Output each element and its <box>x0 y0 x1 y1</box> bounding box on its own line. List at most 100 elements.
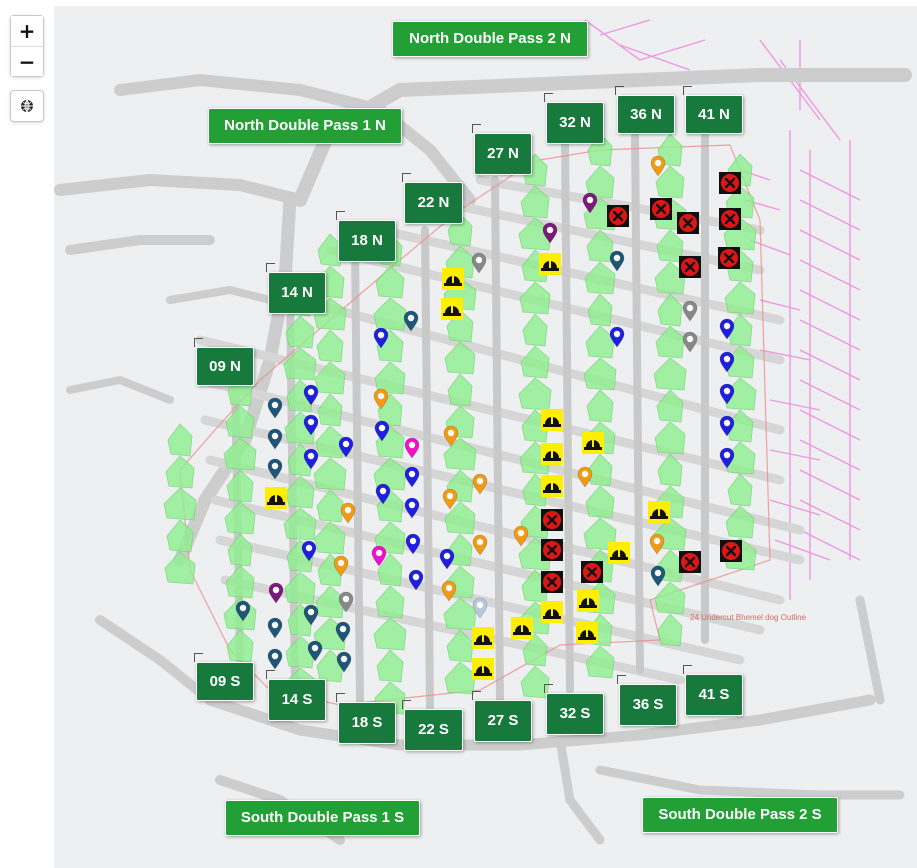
location-pin-icon[interactable] <box>719 415 735 442</box>
closed-x-icon[interactable] <box>541 539 563 566</box>
hard-hat-icon[interactable] <box>541 475 563 502</box>
closed-x-icon[interactable] <box>541 509 563 536</box>
drift-label-36s[interactable]: 36 S <box>617 675 677 726</box>
closed-x-icon[interactable] <box>719 208 741 235</box>
closed-x-icon[interactable] <box>679 256 701 283</box>
location-pin-icon[interactable] <box>338 591 354 618</box>
drift-label-22s[interactable]: 22 S <box>402 700 463 751</box>
closed-x-icon[interactable] <box>677 212 699 239</box>
hard-hat-icon[interactable] <box>541 601 563 628</box>
closed-x-icon[interactable] <box>607 205 629 232</box>
location-pin-icon[interactable] <box>439 548 455 575</box>
hard-hat-icon[interactable] <box>608 542 630 569</box>
hard-hat-icon[interactable] <box>539 253 561 280</box>
location-pin-icon[interactable] <box>335 621 351 648</box>
location-pin-icon[interactable] <box>336 651 352 678</box>
location-pin-icon[interactable] <box>333 555 349 582</box>
location-pin-icon[interactable] <box>404 466 420 493</box>
closed-x-icon[interactable] <box>581 561 603 588</box>
location-pin-icon[interactable] <box>405 533 421 560</box>
location-pin-icon[interactable] <box>307 640 323 667</box>
location-pin-icon[interactable] <box>338 436 354 463</box>
hard-hat-icon[interactable] <box>441 298 463 325</box>
closed-x-icon[interactable] <box>719 172 741 199</box>
drift-label-41n[interactable]: 41 N <box>683 86 743 134</box>
drift-label-14n[interactable]: 14 N <box>266 263 326 314</box>
location-pin-icon[interactable] <box>303 414 319 441</box>
hard-hat-icon[interactable] <box>442 268 464 295</box>
drift-label-09n[interactable]: 09 N <box>194 338 254 386</box>
location-pin-icon[interactable] <box>472 534 488 561</box>
drift-label-32s[interactable]: 32 S <box>544 684 604 735</box>
drift-label-36n[interactable]: 36 N <box>615 86 675 134</box>
hard-hat-icon[interactable] <box>541 409 563 436</box>
location-pin-icon[interactable] <box>719 318 735 345</box>
location-pin-icon[interactable] <box>373 388 389 415</box>
location-pin-icon[interactable] <box>301 540 317 567</box>
location-pin-icon[interactable] <box>404 497 420 524</box>
hard-hat-icon[interactable] <box>577 590 599 617</box>
location-pin-icon[interactable] <box>267 617 283 644</box>
location-pin-icon[interactable] <box>408 569 424 596</box>
pass-label-south-2[interactable]: South Double Pass 2 S <box>642 797 838 833</box>
location-pin-icon[interactable] <box>267 397 283 424</box>
location-pin-icon[interactable] <box>513 525 529 552</box>
location-pin-icon[interactable] <box>609 326 625 353</box>
drift-label-27n[interactable]: 27 N <box>472 124 532 175</box>
location-pin-icon[interactable] <box>719 383 735 410</box>
closed-x-icon[interactable] <box>650 198 672 225</box>
map-view[interactable]: 24 Undercut Bhemel dog Outline + − North… <box>0 0 917 868</box>
closed-x-icon[interactable] <box>541 571 563 598</box>
location-pin-icon[interactable] <box>719 351 735 378</box>
location-pin-icon[interactable] <box>719 447 735 474</box>
location-pin-icon[interactable] <box>374 420 390 447</box>
location-pin-icon[interactable] <box>542 222 558 249</box>
location-pin-icon[interactable] <box>582 192 598 219</box>
location-pin-icon[interactable] <box>609 250 625 277</box>
location-pin-icon[interactable] <box>471 252 487 279</box>
hard-hat-icon[interactable] <box>472 658 494 685</box>
closed-x-icon[interactable] <box>718 247 740 274</box>
drift-label-41s[interactable]: 41 S <box>683 665 743 716</box>
location-pin-icon[interactable] <box>682 300 698 327</box>
hard-hat-icon[interactable] <box>582 432 604 459</box>
drift-label-14s[interactable]: 14 S <box>266 670 326 721</box>
zoom-out-button[interactable]: − <box>11 46 43 76</box>
location-pin-icon[interactable] <box>268 582 284 609</box>
location-pin-icon[interactable] <box>303 448 319 475</box>
location-pin-icon[interactable] <box>235 600 251 627</box>
location-pin-icon[interactable] <box>441 580 457 607</box>
hard-hat-icon[interactable] <box>472 627 494 654</box>
location-pin-icon[interactable] <box>443 425 459 452</box>
location-pin-icon[interactable] <box>650 565 666 592</box>
location-pin-icon[interactable] <box>375 483 391 510</box>
hard-hat-icon[interactable] <box>511 617 533 644</box>
location-pin-icon[interactable] <box>303 604 319 631</box>
location-pin-icon[interactable] <box>472 473 488 500</box>
location-pin-icon[interactable] <box>650 155 666 182</box>
location-pin-icon[interactable] <box>303 384 319 411</box>
pass-label-north-2[interactable]: North Double Pass 2 N <box>392 21 588 57</box>
location-pin-icon[interactable] <box>340 502 356 529</box>
drift-label-32n[interactable]: 32 N <box>544 93 604 144</box>
location-pin-icon[interactable] <box>577 466 593 493</box>
hard-hat-icon[interactable] <box>541 443 563 470</box>
location-pin-icon[interactable] <box>373 327 389 354</box>
drift-label-09s[interactable]: 09 S <box>194 653 254 701</box>
location-pin-icon[interactable] <box>682 331 698 358</box>
hard-hat-icon[interactable] <box>576 622 598 649</box>
pass-label-north-1[interactable]: North Double Pass 1 N <box>208 108 402 144</box>
location-pin-icon[interactable] <box>649 533 665 560</box>
location-pin-icon[interactable] <box>267 458 283 485</box>
pass-label-south-1[interactable]: South Double Pass 1 S <box>225 800 420 836</box>
drift-label-18s[interactable]: 18 S <box>336 693 396 744</box>
location-pin-icon[interactable] <box>472 597 488 624</box>
zoom-in-button[interactable]: + <box>11 16 43 46</box>
drift-label-27s[interactable]: 27 S <box>472 691 532 742</box>
drift-label-22n[interactable]: 22 N <box>402 173 463 224</box>
hard-hat-icon[interactable] <box>648 501 670 528</box>
location-pin-icon[interactable] <box>404 437 420 464</box>
closed-x-icon[interactable] <box>720 540 742 567</box>
drift-label-18n[interactable]: 18 N <box>336 211 396 262</box>
location-pin-icon[interactable] <box>442 488 458 515</box>
